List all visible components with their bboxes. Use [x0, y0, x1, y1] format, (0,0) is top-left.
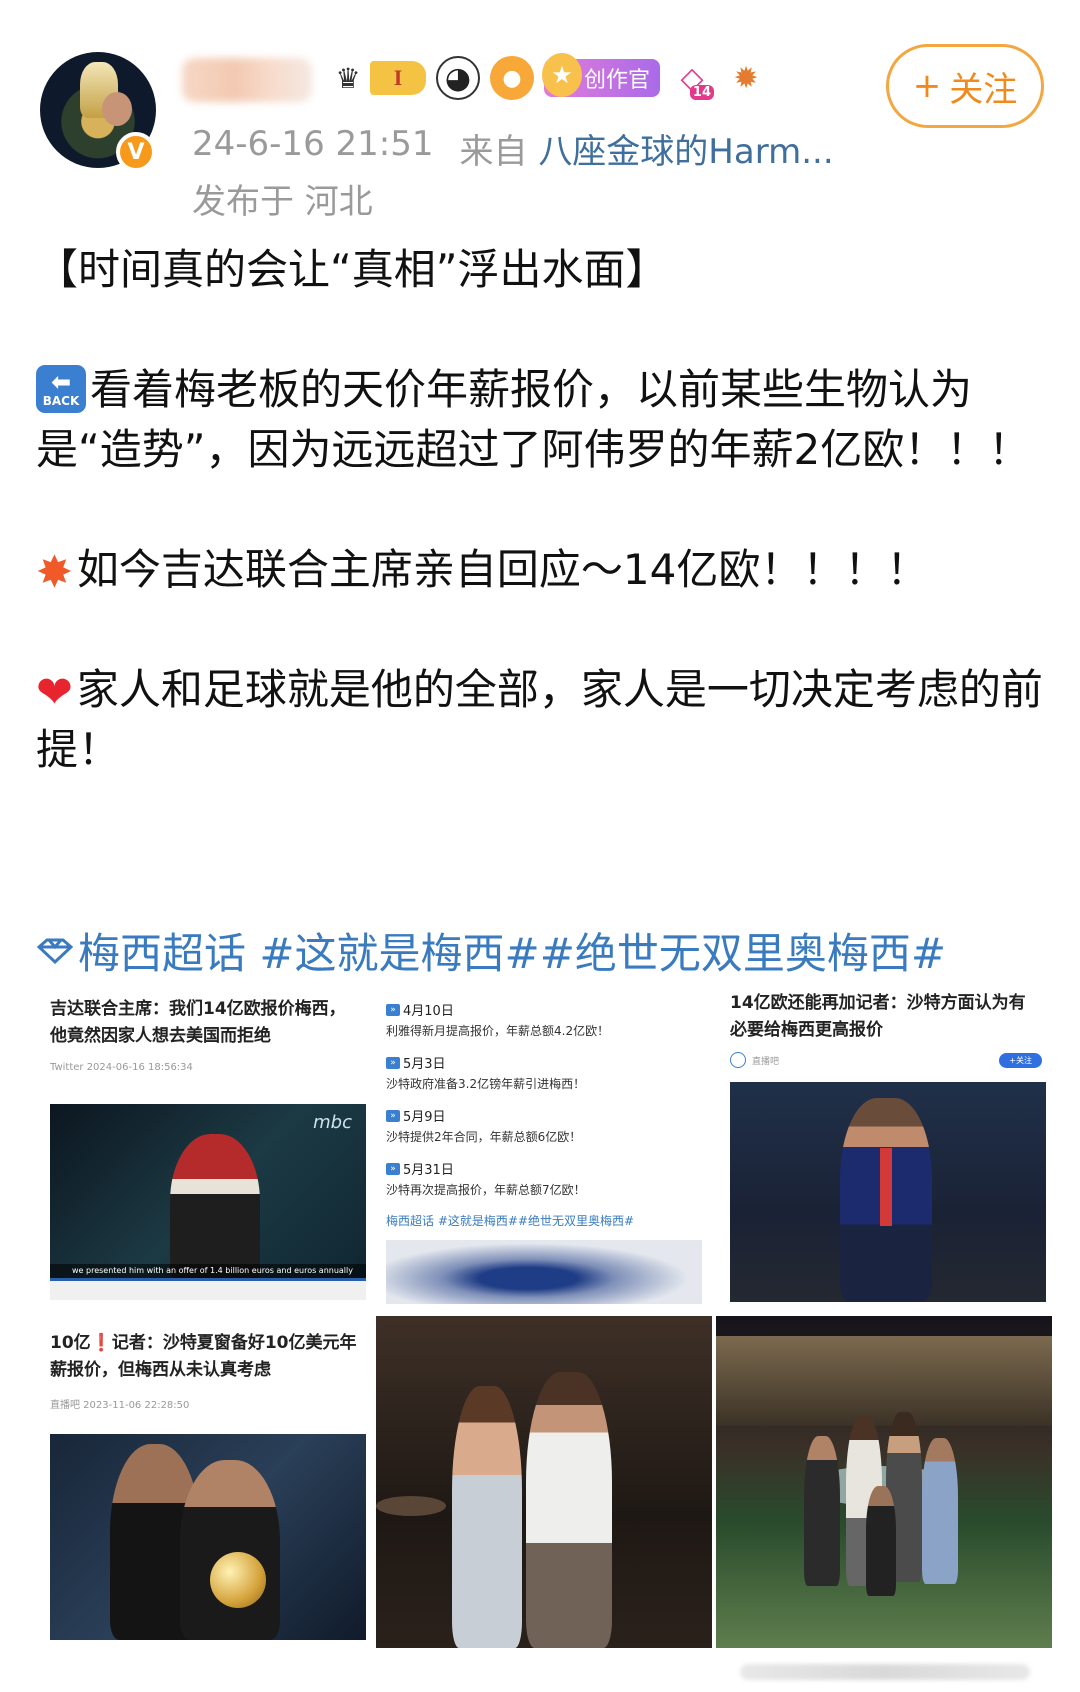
creator-icon: ★ [542, 53, 582, 97]
panda-icon[interactable]: ◕ [436, 56, 480, 100]
couple-photo [376, 1316, 712, 1648]
fast-forward-icon: » [386, 1003, 400, 1016]
username-blurred[interactable] [182, 58, 312, 102]
timeline-item: » 5月9日 沙特提供2年合同，年薪总额6亿欧！ [386, 1109, 582, 1144]
restaurant-table [376, 1496, 446, 1516]
image-tile-1[interactable]: 吉达联合主席：我们14亿欧报价梅西，他竟然因家人想去美国而拒绝 Twitter … [36, 980, 372, 1312]
hashtag-text[interactable]: 梅西超话 #这就是梅西##绝世无双里奥梅西# [78, 920, 946, 981]
explosion-icon: ✸ [36, 546, 73, 598]
back-icon: ⬅ BACK [36, 364, 86, 413]
fast-forward-icon: » [386, 1056, 400, 1069]
golden-ball-trophy [210, 1552, 266, 1608]
fox-icon[interactable]: ✹ [724, 56, 768, 100]
source-avatar [730, 1052, 746, 1068]
person-figure [526, 1372, 612, 1648]
timeline-item: » 5月3日 沙特政府准备3.2亿镑年薪引进梅西！ [386, 1056, 586, 1091]
image-tile-5[interactable] [376, 1316, 712, 1648]
plus-icon: + [912, 66, 942, 106]
gem-icon[interactable]: ◇ 14 [670, 56, 715, 100]
image-tile-2[interactable]: » 4月10日 利雅得新月提高报价，年薪总额4.2亿欧！ » 5月3日 沙特政府准备… [376, 980, 712, 1312]
gem-level: 14 [689, 85, 715, 100]
paragraph-family: ❤家人和足球就是他的全部，家人是一切决定考虑的前提！ [36, 665, 1043, 774]
person-figure [922, 1438, 958, 1584]
image-tile-3[interactable]: 14亿欧还能再加记者：沙特方面认为有必要给梅西更高报价 直播吧 +关注 [716, 980, 1052, 1312]
person-figure [452, 1386, 522, 1648]
news-source: 直播吧 2023-11-06 22:28:50 [50, 1400, 190, 1411]
follow-button[interactable]: + 关注 [886, 44, 1044, 128]
house-background [716, 1336, 1052, 1426]
super-topic-icon [36, 936, 74, 966]
chairman-figure [170, 1134, 260, 1284]
person-figure [804, 1436, 840, 1586]
level-tag: I [370, 61, 426, 95]
ballon-dor-photo [50, 1434, 366, 1640]
paragraph-offer: ✸如今吉达联合主席亲自回应～14亿欧！！！！ [36, 545, 929, 598]
crown-icon: ♛ [335, 61, 361, 95]
post-body: 【时间真的会让“真相”浮出水面】 ⬅ BACK 看着梅老板的天价年薪报价，以前某些生… [36, 240, 1046, 840]
verified-icon: V [116, 132, 156, 172]
news-source: Twitter 2024-06-16 18:56:34 [50, 1062, 193, 1073]
channel-logo: mbc [313, 1112, 352, 1133]
timeline-list: » 4月10日 利雅得新月提高报价，年薪总额4.2亿欧！ » 5月3日 沙特政府准备… [376, 980, 712, 1198]
follow-label: 关注 [949, 69, 1018, 110]
person-figure [180, 1460, 280, 1640]
post-timestamp: 24-6-16 21:51 [192, 124, 434, 164]
fast-forward-icon: » [386, 1162, 400, 1175]
tv-studio-photo: mbc we presented him with an offer of 1.… [50, 1104, 366, 1300]
timeline-item: » 4月10日 利雅得新月提高报价，年薪总额4.2亿欧！ [386, 1003, 610, 1038]
user-badges: ♛ I ◕ ● ★ 创作官 ◇ 14 ✹ [326, 53, 768, 100]
tv-caption: we presented him with an offer of 1.4 bi… [50, 1264, 366, 1278]
blurred-watermark [740, 1664, 1030, 1680]
image-tile-6[interactable] [716, 1316, 1052, 1648]
post-source-link[interactable]: 八座金球的Harm... [538, 132, 833, 172]
image-tile-4[interactable]: 10亿❗记者：沙特夏窗备好10亿美元年薪报价，但梅西从未认真考虑 直播吧 202… [36, 1316, 372, 1648]
post-meta: 24-6-16 21:51 来自 八座金球的Harm... [192, 124, 834, 173]
messi-psg-photo [730, 1082, 1046, 1302]
post-location: 发布于 河北 [192, 182, 373, 222]
family-photo [716, 1316, 1052, 1648]
post-header: V ♛ I ◕ ● ★ 创作官 ◇ 14 ✹ 24-6-16 21:51 来自 八… [0, 0, 1080, 222]
jersey-stripe [880, 1148, 892, 1226]
fast-forward-icon: » [386, 1109, 400, 1122]
creator-label: 创作官 [584, 68, 651, 93]
level-badge[interactable]: ♛ I [326, 58, 426, 98]
avatar-face [102, 92, 132, 126]
person-figure [866, 1486, 896, 1596]
news-headline: 吉达联合主席：我们14亿欧报价梅西，他竟然因家人想去美国而拒绝 [50, 999, 346, 1046]
mini-follow-button: +关注 [999, 1052, 1042, 1068]
source-row: 直播吧 +关注 [716, 1044, 1052, 1068]
hashtag-links[interactable]: 梅西超话 #这就是梅西##绝世无双里奥梅西# [36, 920, 946, 981]
fish-icon[interactable]: ● [490, 56, 534, 100]
paragraph-salary: ⬅ BACK 看着梅老板的天价年薪报价，以前某些生物认为是“造势”，因为远远超过了阿… [36, 364, 1031, 474]
image-grid: 吉达联合主席：我们14亿欧报价梅西，他竟然因家人想去美国而拒绝 Twitter … [36, 980, 1052, 1660]
timeline-item: » 5月31日 沙特再次提高报价，年薪总额7亿欧！ [386, 1162, 586, 1197]
news-headline: 14亿欧还能再加记者：沙特方面认为有必要给梅西更高报价 [730, 993, 1026, 1040]
tv-ticker [50, 1278, 366, 1300]
paragraph-title: 【时间真的会让“真相”浮出水面】 [36, 245, 668, 294]
creator-badge[interactable]: ★ 创作官 [542, 53, 661, 97]
news-headline: 10亿❗记者：沙特夏窗备好10亿美元年薪报价，但梅西从未认真考虑 [50, 1333, 357, 1380]
heart-icon: ❤ [36, 666, 73, 718]
source-prefix: 来自 [459, 132, 528, 172]
splash-image [386, 1240, 702, 1304]
timeline-tags: 梅西超话 #这就是梅西##绝世无双里奥梅西# [386, 1214, 635, 1228]
